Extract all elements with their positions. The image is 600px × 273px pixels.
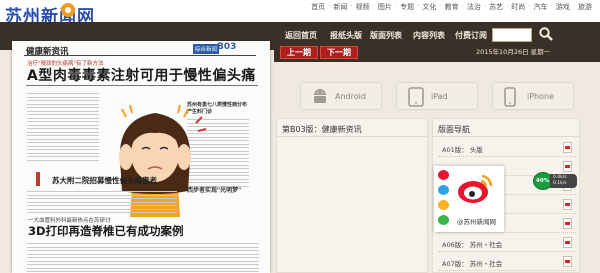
android-icon [314,89,326,103]
search-input[interactable] [492,28,532,42]
download-speed: 0.1k/s [553,181,567,186]
layout-nav-rule [433,136,579,137]
topnav-auto[interactable]: 汽车 [534,2,548,12]
topnav-culture[interactable]: 文化 [422,2,436,12]
iphone-button[interactable]: iPhone [492,82,574,110]
topnav-fashion[interactable]: 时尚 [511,2,525,12]
logo-dot-icon [61,3,75,17]
pdf-icon[interactable] [563,256,572,267]
nav-home[interactable]: 返回首页 [285,30,317,41]
topnav-game[interactable]: 游戏 [556,2,570,12]
next-issue-button[interactable]: 下一期 [320,46,358,59]
qzone-icon[interactable] [438,200,449,210]
topnav-travel[interactable]: 旅游 [578,2,592,12]
speed-widget[interactable]: 40% 0.4k/s 0.1k/s [533,172,579,190]
topnav-home[interactable]: 首页 [311,2,325,12]
text-column-footer [27,243,259,273]
ipad-icon [408,87,424,107]
ipad-button[interactable]: iPad [396,82,478,110]
weibo-logo-icon [458,174,493,203]
topnav-topic[interactable]: 专题 [400,2,414,12]
layout-nav-item[interactable]: A06版： 苏州・社会 [438,234,576,252]
android-button[interactable]: Android [300,82,382,110]
article2-headline[interactable]: 3D打印再造脊椎已有成功案例 [28,223,184,239]
page-root: 苏州新闻网 SUZHOU NEWS 首页· 新闻· 视频· 图片· 专题· 文化… [0,0,600,273]
issue-date: 2015年10月26日 星期一 [476,48,551,56]
nav-content-list[interactable]: 内容列表 [413,30,445,41]
topnav-video[interactable]: 视频 [356,2,370,12]
pdf-icon[interactable] [563,218,572,229]
weibo-icon[interactable] [438,170,449,180]
nav-layout-list[interactable]: 版面列表 [370,30,402,41]
iphone-label: iPhone [527,92,555,101]
content-box-title: 第B03版：健康新资讯 [282,125,362,134]
search-icon[interactable] [538,26,554,42]
android-label: Android [335,92,366,101]
top-nav: 首页 · 新闻 · 视频 · 图片 · 专题 · 文化 · 教育 · 法治 · 苏艺 · 时尚 · … [311,2,592,12]
nav-subscribe[interactable]: 付费订阅 [455,30,487,41]
content-box-rule [277,136,427,137]
topnav-art[interactable]: 苏艺 [489,2,503,12]
pdf-icon[interactable] [563,199,572,210]
side-headline-2[interactable]: 西步者实现"光明梦" [187,187,247,195]
topnav-edu[interactable]: 教育 [445,2,459,12]
header-rule [24,55,256,56]
qq-weibo-icon[interactable] [438,185,449,195]
page-number: B03 [217,42,237,52]
text-column-left [27,93,99,163]
wechat-icon[interactable] [438,215,449,225]
page-tag: 综合新闻 [193,44,220,54]
share-account-label[interactable]: @苏州新闻网 [457,216,496,226]
iphone-icon [504,87,516,107]
pdf-icon[interactable] [563,161,572,172]
topnav-photo[interactable]: 图片 [378,2,392,12]
layout-nav-item-label: A06版： 苏州・社会 [442,241,503,249]
ipad-label: iPad [431,92,448,101]
headline-rule [26,85,258,86]
pdf-icon[interactable] [563,237,572,248]
pdf-icon[interactable] [563,142,572,153]
layout-nav-item-label: A01版： 头版 [442,146,483,154]
layout-nav-item[interactable]: A01版： 头版 [438,139,576,157]
topnav-law[interactable]: 法治 [467,2,481,12]
layout-nav-item-label: A07版： 苏州・社会 [442,260,503,268]
layout-nav-item[interactable]: A07版： 苏州・社会 [438,253,576,271]
speed-tab: 0.4k/s 0.1k/s [550,174,577,188]
layout-nav-title: 版面导航 [438,125,470,134]
article-headline[interactable]: A型肉毒毒素注射可用于慢性偏头痛 [27,65,256,85]
speed-percent: 40% [536,178,550,184]
subhead[interactable]: 苏大附二院招募慢性偏头痛患者 [52,175,157,186]
prev-issue-button[interactable]: 上一期 [280,46,318,59]
upload-speed: 0.4k/s [553,175,567,180]
text-column-bottom [27,191,177,216]
nav-frontpage[interactable]: 报纸头版 [330,30,362,41]
content-box: 第B03版：健康新资讯 [276,118,428,273]
share-popup: @苏州新闻网 [434,166,504,232]
newspaper-page[interactable]: 健康新资讯 综合新闻 B03 治疗"慢顽的头痛病"有了新方法 A型肉毒毒素注射可… [12,41,270,273]
topnav-news[interactable]: 新闻 [333,2,347,12]
